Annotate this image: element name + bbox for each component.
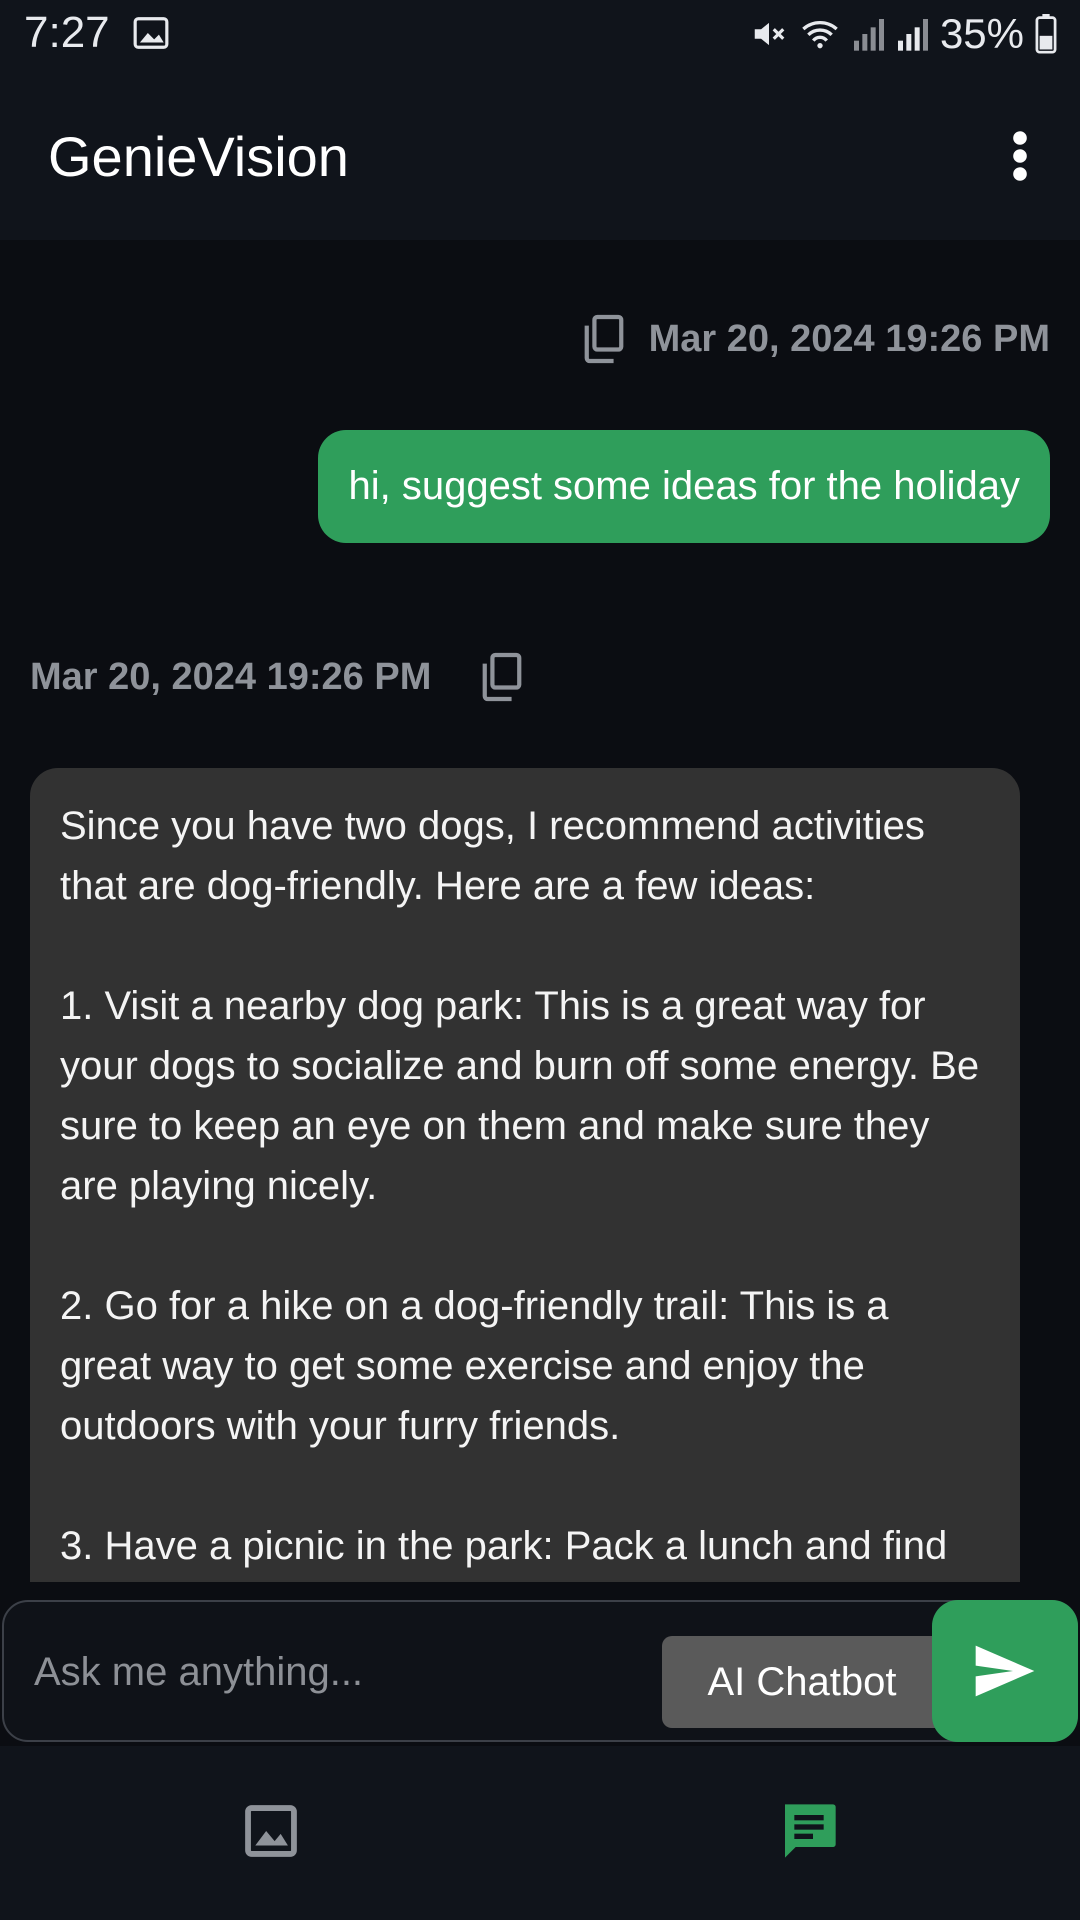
bottom-navigation	[0, 1746, 1080, 1920]
message-input[interactable]	[32, 1638, 636, 1706]
bot-message-timestamp: Mar 20, 2024 19:26 PM	[30, 655, 432, 698]
chat-icon	[785, 1804, 836, 1858]
send-button[interactable]	[932, 1600, 1078, 1742]
copy-icon[interactable]	[479, 652, 525, 702]
bot-message-bubble[interactable]: Since you have two dogs, I recommend act…	[30, 768, 1020, 1582]
send-icon	[975, 1645, 1035, 1697]
more-vert-icon	[1013, 131, 1027, 181]
battery-percent: 35%	[939, 10, 1024, 57]
user-message-bubble[interactable]: hi, suggest some ideas for the holiday	[318, 430, 1050, 543]
mode-selector-chip[interactable]: AI Chatbot	[662, 1636, 962, 1728]
signal-icon	[853, 19, 884, 51]
bot-message-meta: Mar 20, 2024 19:26 PM	[30, 652, 525, 702]
nav-image-tab[interactable]	[236, 1796, 306, 1866]
app-bar: GenieVision	[0, 72, 1080, 240]
battery-icon	[1035, 14, 1057, 54]
status-bar: 7:27 35%	[0, 0, 1080, 72]
signal-icon-2	[897, 19, 928, 51]
user-message-timestamp: Mar 20, 2024 19:26 PM	[648, 317, 1050, 360]
copy-icon[interactable]	[581, 314, 627, 364]
chat-list[interactable]: Mar 20, 2024 19:26 PM hi, suggest some i…	[0, 240, 1080, 1582]
image-icon	[245, 1805, 297, 1857]
nav-chat-tab[interactable]	[774, 1796, 844, 1866]
mute-icon	[754, 22, 785, 46]
status-icons: 35%	[750, 10, 1058, 58]
status-time: 7:27	[24, 8, 110, 57]
gallery-notification-icon	[133, 17, 169, 49]
user-message-meta: Mar 20, 2024 19:26 PM	[581, 314, 1050, 364]
app-title: GenieVision	[48, 125, 349, 188]
wifi-icon	[802, 21, 838, 49]
overflow-menu-button[interactable]	[996, 124, 1044, 188]
message-composer: AI Chatbot	[2, 1600, 1078, 1742]
